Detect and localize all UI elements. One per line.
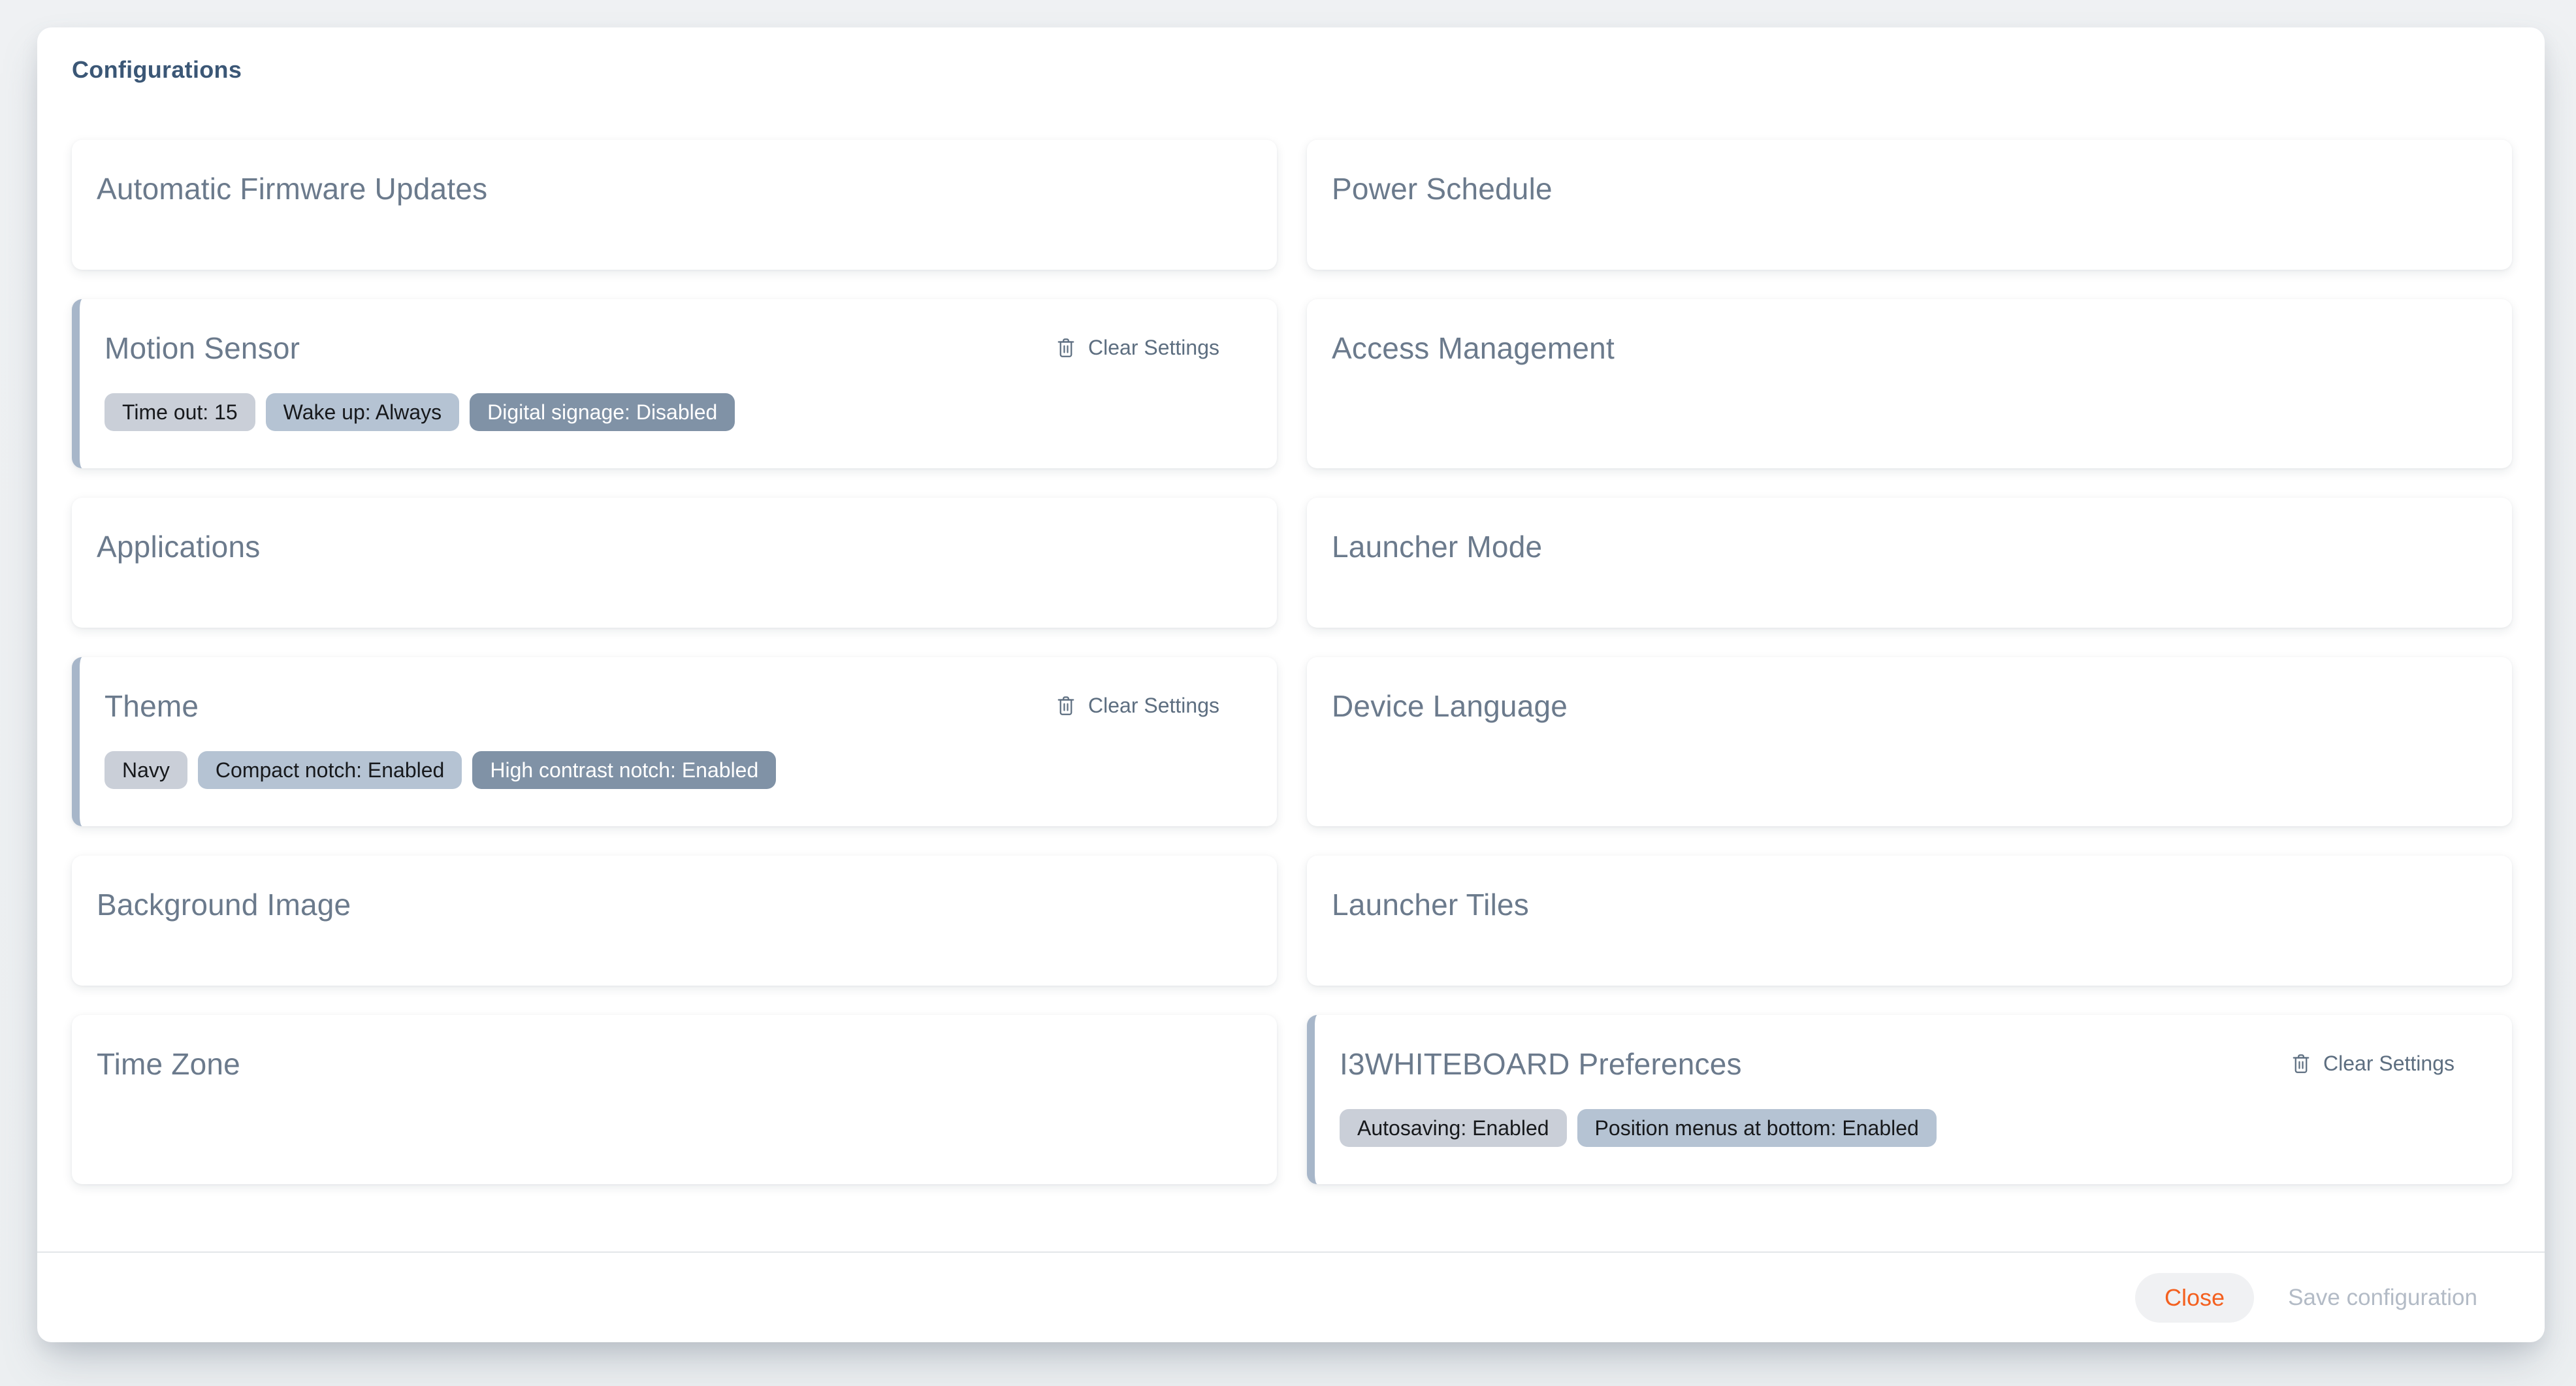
setting-chip-digital-signage-disabled: Digital signage: Disabled bbox=[470, 393, 735, 431]
card-header: Device Language bbox=[1332, 688, 2486, 724]
config-card-launcher-mode[interactable]: Launcher Mode bbox=[1307, 498, 2512, 628]
configurations-dialog: Configurations Automatic Firmware Update… bbox=[37, 27, 2545, 1342]
clear-settings-button[interactable]: Clear Settings bbox=[1054, 336, 1219, 359]
config-cards-grid: Automatic Firmware Updates Power Schedul… bbox=[72, 140, 2512, 1184]
card-header: Theme Clear Settings bbox=[105, 688, 1251, 724]
card-header: Launcher Mode bbox=[1332, 529, 2486, 564]
config-card-background-image[interactable]: Background Image bbox=[72, 856, 1277, 986]
config-card-i3whiteboard-preferences[interactable]: I3WHITEBOARD Preferences Clear Settings … bbox=[1307, 1015, 2512, 1184]
card-title: Automatic Firmware Updates bbox=[97, 171, 487, 206]
card-header: Launcher Tiles bbox=[1332, 887, 2486, 922]
card-title: Access Management bbox=[1332, 330, 1615, 366]
trash-icon bbox=[2289, 1052, 2313, 1075]
setting-chip-time-out-15: Time out: 15 bbox=[105, 393, 255, 431]
chip-row: Time out: 15 Wake up: Always Digital signa… bbox=[105, 393, 1251, 431]
clear-settings-button[interactable]: Clear Settings bbox=[2289, 1052, 2455, 1075]
card-header: Background Image bbox=[97, 887, 1251, 922]
clear-settings-label: Clear Settings bbox=[1088, 694, 1219, 717]
config-card-access-management[interactable]: Access Management bbox=[1307, 299, 2512, 468]
config-card-time-zone[interactable]: Time Zone bbox=[72, 1015, 1277, 1184]
trash-icon bbox=[1054, 336, 1078, 359]
setting-chip-high-contrast-notch-enabled: High contrast notch: Enabled bbox=[472, 751, 776, 789]
card-title: I3WHITEBOARD Preferences bbox=[1340, 1046, 1742, 1082]
card-title: Theme bbox=[105, 688, 199, 724]
card-title: Power Schedule bbox=[1332, 171, 1553, 206]
card-header: Automatic Firmware Updates bbox=[97, 171, 1251, 206]
setting-chip-compact-notch-enabled: Compact notch: Enabled bbox=[198, 751, 462, 789]
card-header: Applications bbox=[97, 529, 1251, 564]
config-card-launcher-tiles[interactable]: Launcher Tiles bbox=[1307, 856, 2512, 986]
save-configuration-button[interactable]: Save configuration bbox=[2288, 1285, 2477, 1311]
clear-settings-button[interactable]: Clear Settings bbox=[1054, 694, 1219, 717]
config-card-motion-sensor[interactable]: Motion Sensor Clear Settings Time out: 1… bbox=[72, 299, 1277, 468]
setting-chip-position-menus-at-bottom-enabled: Position menus at bottom: Enabled bbox=[1577, 1109, 1937, 1147]
config-card-device-language[interactable]: Device Language bbox=[1307, 657, 2512, 826]
card-header: Access Management bbox=[1332, 330, 2486, 366]
config-card-power-schedule[interactable]: Power Schedule bbox=[1307, 140, 2512, 270]
card-header: I3WHITEBOARD Preferences Clear Settings bbox=[1340, 1046, 2486, 1082]
setting-chip-autosaving-enabled: Autosaving: Enabled bbox=[1340, 1109, 1567, 1147]
chip-row: Autosaving: Enabled Position menus at bot… bbox=[1340, 1109, 2486, 1147]
page-title: Configurations bbox=[72, 56, 2512, 84]
config-card-applications[interactable]: Applications bbox=[72, 498, 1277, 628]
card-header: Time Zone bbox=[97, 1046, 1251, 1082]
card-header: Power Schedule bbox=[1332, 171, 2486, 206]
chip-row: Navy Compact notch: Enabled High contrast … bbox=[105, 751, 1251, 789]
trash-icon bbox=[1054, 694, 1078, 717]
dialog-content: Configurations Automatic Firmware Update… bbox=[37, 27, 2545, 1251]
card-title: Applications bbox=[97, 529, 260, 564]
card-title: Background Image bbox=[97, 887, 351, 922]
setting-chip-navy: Navy bbox=[105, 751, 187, 789]
card-title: Device Language bbox=[1332, 688, 1568, 724]
footer-bar: Close Save configuration bbox=[37, 1251, 2545, 1342]
config-card-automatic-firmware-updates[interactable]: Automatic Firmware Updates bbox=[72, 140, 1277, 270]
clear-settings-label: Clear Settings bbox=[2323, 1052, 2455, 1075]
card-title: Launcher Mode bbox=[1332, 529, 1542, 564]
close-button[interactable]: Close bbox=[2135, 1273, 2254, 1323]
card-title: Time Zone bbox=[97, 1046, 240, 1082]
card-title: Motion Sensor bbox=[105, 330, 300, 366]
config-card-theme[interactable]: Theme Clear Settings Navy Compact notch: … bbox=[72, 657, 1277, 826]
setting-chip-wake-up-always: Wake up: Always bbox=[266, 393, 459, 431]
card-header: Motion Sensor Clear Settings bbox=[105, 330, 1251, 366]
clear-settings-label: Clear Settings bbox=[1088, 336, 1219, 359]
card-title: Launcher Tiles bbox=[1332, 887, 1529, 922]
